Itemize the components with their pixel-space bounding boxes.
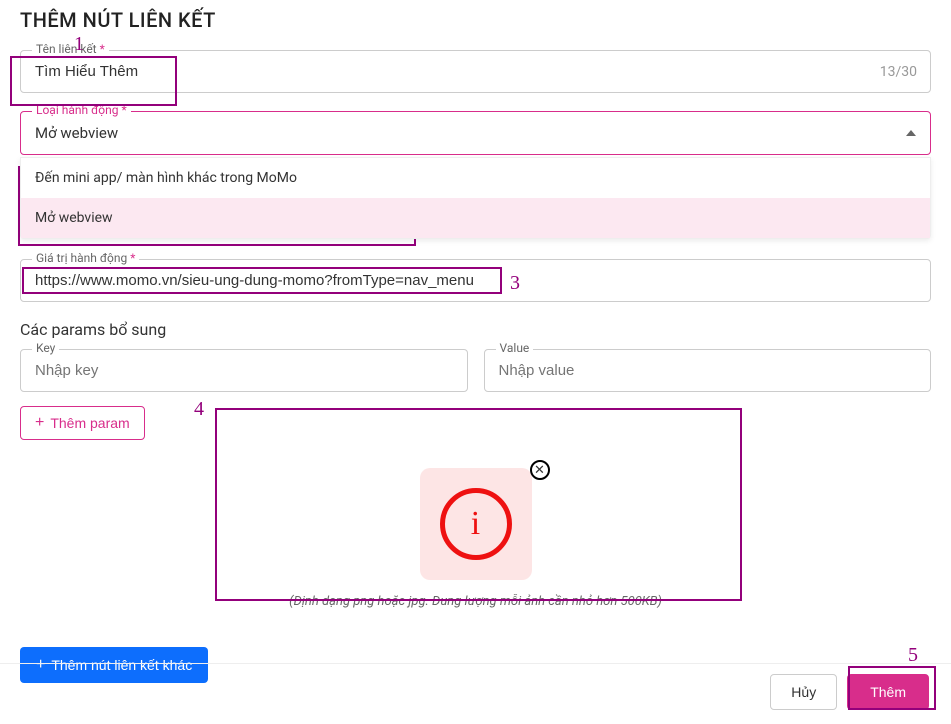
action-value-input[interactable] xyxy=(20,259,931,302)
action-value-field: Giá trị hành động xyxy=(20,259,931,302)
upload-hint: (Định dạng png hoặc jpg. Dung lượng mỗi … xyxy=(289,594,662,609)
footer: Hủy Thêm xyxy=(0,663,951,724)
submit-button[interactable]: Thêm xyxy=(847,674,929,710)
caret-up-icon xyxy=(906,130,916,136)
link-name-input[interactable] xyxy=(20,50,931,93)
remove-image-button[interactable]: ✕ xyxy=(530,460,550,480)
link-name-field: Tên liên kết 13/30 xyxy=(20,50,931,93)
add-param-label: Thêm param xyxy=(50,415,129,431)
params-row: Key Value xyxy=(20,349,931,392)
dropdown-option-miniapp[interactable]: Đến mini app/ màn hình khác trong MoMo xyxy=(21,158,930,198)
page-title: THÊM NÚT LIÊN KẾT xyxy=(20,8,931,32)
dropdown-option-webview[interactable]: Mở webview xyxy=(21,198,930,238)
action-type-label: Loại hành động xyxy=(32,103,131,117)
param-key-label: Key xyxy=(32,341,59,355)
action-type-field: Loại hành động Mở webview Đến mini app/ … xyxy=(20,111,931,155)
action-value-label: Giá trị hành động xyxy=(32,251,139,265)
action-type-select[interactable]: Mở webview xyxy=(20,111,931,155)
cancel-button[interactable]: Hủy xyxy=(770,674,837,710)
add-param-button[interactable]: + Thêm param xyxy=(20,406,145,440)
action-type-dropdown: Đến mini app/ màn hình khác trong MoMo M… xyxy=(20,157,931,239)
plus-icon: + xyxy=(35,415,44,431)
info-icon: i xyxy=(440,488,512,560)
param-value-input[interactable] xyxy=(484,349,932,392)
param-value-label: Value xyxy=(496,341,534,355)
param-key-input[interactable] xyxy=(20,349,468,392)
link-name-label: Tên liên kết xyxy=(32,42,109,56)
upload-thumb-wrap: i ✕ xyxy=(420,468,532,580)
action-type-selected: Mở webview xyxy=(35,124,118,142)
upload-thumbnail[interactable]: i xyxy=(420,468,532,580)
upload-area: i ✕ (Định dạng png hoặc jpg. Dung lượng … xyxy=(213,444,738,625)
link-name-counter: 13/30 xyxy=(880,64,917,80)
params-section-title: Các params bổ sung xyxy=(20,320,931,339)
